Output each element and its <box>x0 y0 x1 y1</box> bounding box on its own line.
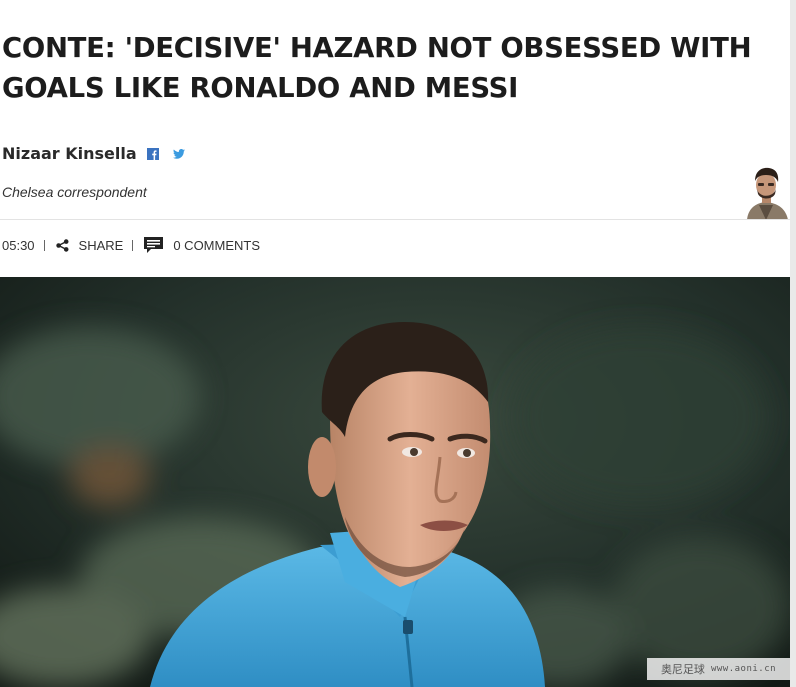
comments-button[interactable]: 0 COMMENTS <box>144 237 260 253</box>
player-photo <box>0 277 790 687</box>
author-role: Chelsea correspondent <box>2 184 147 200</box>
share-button[interactable]: SHARE <box>55 237 124 253</box>
watermark-brand: 奥尼足球 <box>660 664 705 676</box>
watermark-url: www.aoni.cn <box>710 664 777 674</box>
article-headline: CONTE: 'DECISIVE' HAZARD NOT OBSESSED WI… <box>2 32 752 104</box>
article-meta: 05:30 SHARE 0 COMMENTS <box>2 237 260 253</box>
share-label: SHARE <box>78 237 124 253</box>
scrollbar-track[interactable] <box>790 0 796 687</box>
share-icon <box>55 238 69 252</box>
author-avatar <box>744 165 790 220</box>
author-name[interactable]: Nizaar Kinsella <box>2 144 137 163</box>
comment-icon <box>144 237 164 253</box>
twitter-icon[interactable] <box>172 148 185 160</box>
facebook-icon[interactable] <box>146 147 159 160</box>
byline: Nizaar Kinsella <box>2 144 185 163</box>
meta-separator <box>43 239 45 251</box>
header-divider <box>0 219 790 220</box>
comments-label: 0 COMMENTS <box>173 237 261 253</box>
meta-separator <box>132 239 134 251</box>
watermark: 奥尼足球 www.aoni.cn <box>647 658 790 680</box>
hero-image <box>0 277 790 687</box>
publish-time: 05:30 <box>2 237 35 253</box>
